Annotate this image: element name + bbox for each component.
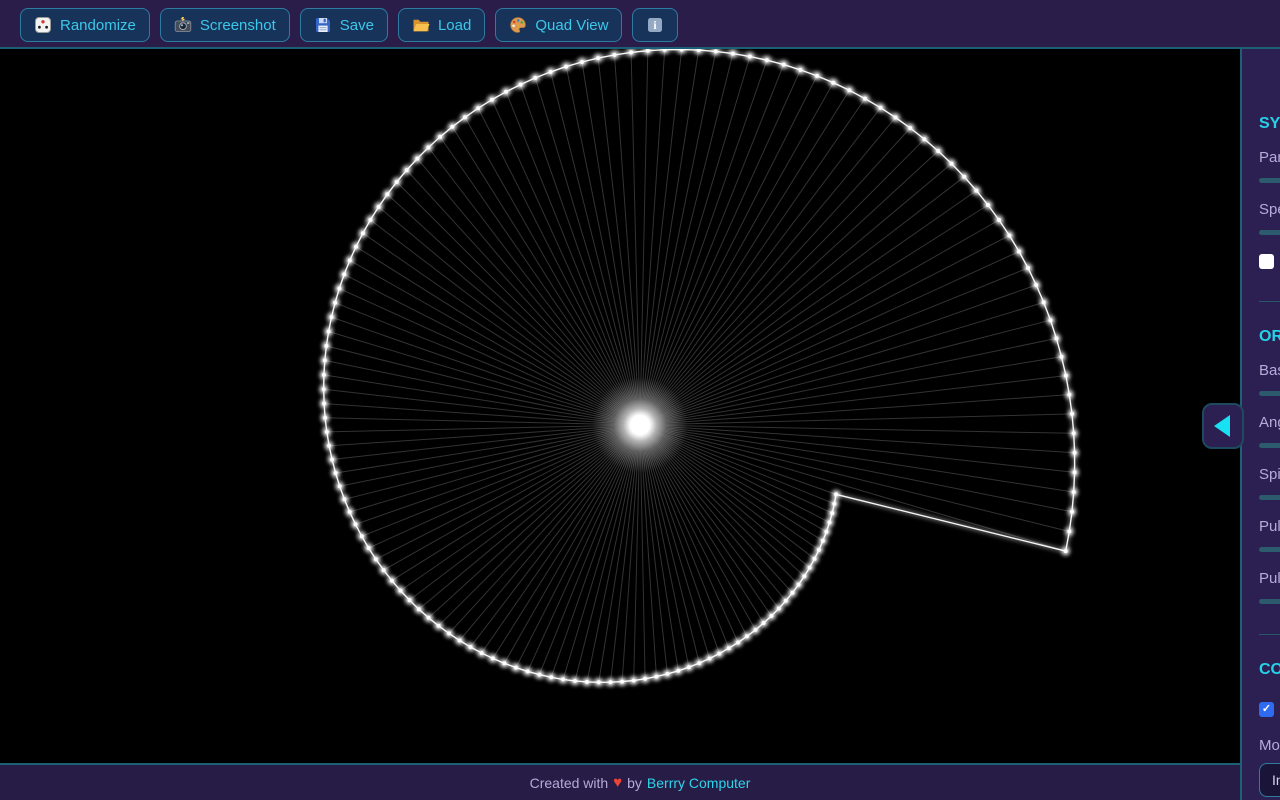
mode-select-value: Inward [1272,772,1280,788]
folder-icon [412,16,430,34]
angle-label: Angle [1259,414,1280,431]
dice-icon [34,16,52,34]
slider-row-base-radius: Base Radius [1259,362,1280,396]
info-button[interactable]: i [632,8,678,42]
pulse-slider[interactable] [1259,547,1280,552]
randomize-button[interactable]: Randomize [20,8,150,42]
camera-icon [174,16,192,34]
palette-icon [509,16,527,34]
load-label: Load [438,17,471,34]
screenshot-label: Screenshot [200,17,276,34]
section-heading-orbit: ORBIT [1259,328,1280,346]
angle-slider[interactable] [1259,443,1280,448]
slider-row-particles: Particles [1259,149,1280,183]
slider-row-speed: Speed [1259,201,1280,235]
system-checkbox-row [1259,253,1280,271]
save-label: Save [340,17,374,34]
settings-sidebar: SYSTEM Particles Speed ORBIT Base Radius… [1240,49,1280,800]
slider-row-pulse-speed: Pulse Speed [1259,570,1280,604]
particles-slider[interactable] [1259,178,1280,183]
mode-select[interactable]: Inward [1259,763,1280,797]
spin-label: Spin [1259,466,1280,483]
slider-row-spin: Spin [1259,466,1280,500]
slider-row-pulse: Pulse [1259,518,1280,552]
berrry-computer-link[interactable]: Berrry Computer [647,775,750,791]
section-heading-system: SYSTEM [1259,115,1280,133]
system-checkbox[interactable] [1259,254,1274,269]
slider-row-angle: Angle [1259,414,1280,448]
base-radius-slider[interactable] [1259,391,1280,396]
toolbar: Randomize Screenshot Save Load Quad View [0,0,1280,49]
screenshot-button[interactable]: Screenshot [160,8,290,42]
pulse-label: Pulse [1259,518,1280,535]
particles-label: Particles [1259,149,1280,166]
pulse-speed-label: Pulse Speed [1259,570,1280,587]
mode-label: Mode [1259,737,1280,754]
speed-slider[interactable] [1259,230,1280,235]
footer: Created with ♥ by Berrry Computer [0,763,1280,800]
speed-label: Speed [1259,201,1280,218]
save-button[interactable]: Save [300,8,388,42]
app-window: Randomize Screenshot Save Load Quad View [0,0,1280,800]
section-heading-colors: COLORS [1259,661,1280,679]
info-icon: i [646,16,664,34]
pulse-speed-slider[interactable] [1259,599,1280,604]
colors-checkbox-row: ✓ [1259,701,1280,719]
footer-text-prefix: Created with [530,775,609,791]
chevron-left-icon [1214,415,1230,437]
sidebar-collapse-button[interactable] [1202,403,1244,449]
footer-text-mid: by [627,775,642,791]
spiral-canvas[interactable] [0,49,1240,763]
randomize-label: Randomize [60,17,136,34]
spin-slider[interactable] [1259,495,1280,500]
load-button[interactable]: Load [398,8,485,42]
colors-checkbox[interactable]: ✓ [1259,702,1274,717]
floppy-icon [314,16,332,34]
quad-view-button[interactable]: Quad View [495,8,622,42]
heart-icon: ♥ [613,774,622,791]
base-radius-label: Base Radius [1259,362,1280,379]
quad-view-label: Quad View [535,17,608,34]
sidebar-divider [1259,634,1280,635]
sidebar-divider [1259,301,1280,302]
